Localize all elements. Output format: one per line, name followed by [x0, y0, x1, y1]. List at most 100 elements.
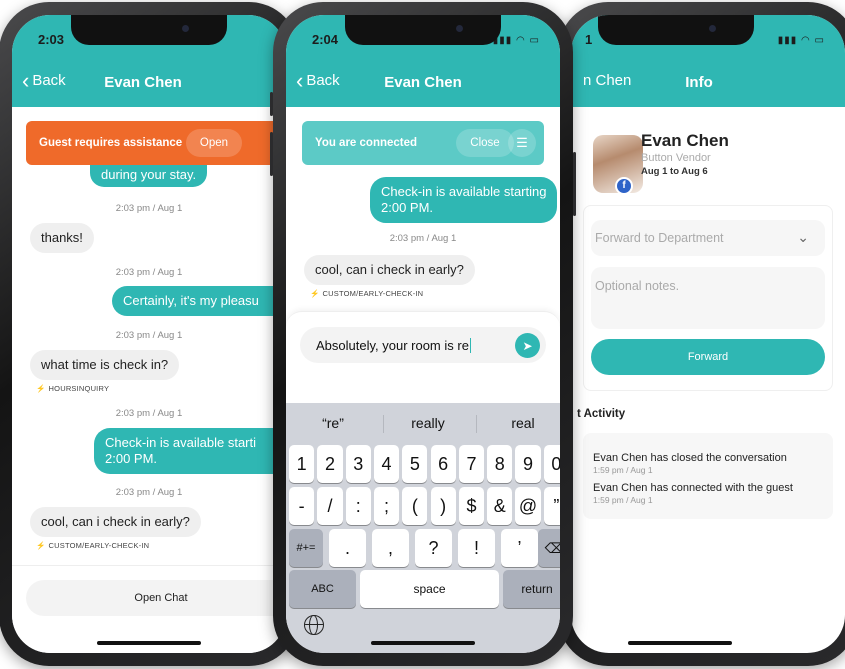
banner-text: You are connected: [315, 137, 418, 149]
key-return[interactable]: return: [503, 570, 560, 608]
key-punctuation-4[interactable]: ’: [501, 529, 538, 567]
intent-tag: ⚡ HOURSINQUIRY: [36, 384, 109, 393]
bolt-icon: ⚡: [310, 289, 320, 298]
key-punctuation-3[interactable]: !: [458, 529, 495, 567]
key-number-0[interactable]: 1: [289, 445, 315, 483]
key-abc[interactable]: ABC: [289, 570, 356, 608]
activity-title: t Activity: [577, 408, 626, 420]
open-chat-button[interactable]: Open Chat: [26, 580, 286, 616]
notes-placeholder: Optional notes.: [595, 279, 680, 293]
home-indicator: [371, 641, 475, 645]
suggestion[interactable]: really: [383, 415, 473, 431]
activity-item: Evan Chen has closed the conversation 1:…: [593, 452, 787, 475]
key-punctuation-1[interactable]: ,: [372, 529, 409, 567]
guest-subtitle: Button Vendor: [641, 152, 711, 164]
backspace-icon: ⌫: [544, 539, 560, 556]
intent-tag: ⚡ CUSTOM/EARLY-CHECK-IN: [310, 289, 423, 298]
timestamp: 2:03 pm / Aug 1: [115, 408, 183, 419]
message-line: Check-in is available starti: [105, 435, 257, 450]
guest-dates: Aug 1 to Aug 6: [641, 166, 708, 177]
close-button[interactable]: Close: [456, 129, 514, 157]
key-number-4[interactable]: 5: [402, 445, 428, 483]
status-icons: ▮▮▮ ◠ ▭: [492, 35, 540, 46]
key-symbol-4[interactable]: (: [402, 487, 428, 525]
key-symbol-3[interactable]: ;: [373, 487, 400, 525]
key-symbol-6[interactable]: $: [458, 487, 485, 525]
keyboard: “re” really real 1234567890 - /:;() $ & @” #…: [286, 403, 560, 653]
intent-tag: ⚡ CUSTOM/EARLY-CHECK-IN: [36, 541, 149, 550]
key-number-6[interactable]: 7: [458, 445, 485, 483]
activity-text: Evan Chen has closed the conversation: [593, 452, 787, 464]
phone-info: 1 ▮▮▮ ◠ ▭ n Chen Info f Evan Chen Button…: [555, 2, 845, 666]
bolt-icon: ⚡: [36, 541, 46, 550]
avatar: f: [593, 135, 643, 195]
list-icon[interactable]: ☰: [508, 129, 536, 157]
key-symbol-0[interactable]: -: [289, 487, 315, 525]
message-line: Check-in is available starting: [381, 184, 547, 199]
key-symbol-7[interactable]: &: [487, 487, 513, 525]
activity-list: [583, 433, 833, 519]
key-number-2[interactable]: 3: [345, 445, 371, 483]
status-time: 1: [585, 32, 593, 47]
notch: [71, 15, 227, 45]
message-bubble-out: Check-in is available starti 2:00 PM.: [94, 428, 286, 474]
header-title: Evan Chen: [384, 74, 462, 91]
activity-item: Evan Chen has connected with the guest 1…: [593, 482, 793, 505]
key-number-8[interactable]: 9: [515, 445, 541, 483]
home-indicator: [97, 641, 201, 645]
compose-input[interactable]: Absolutely, your room is re: [300, 327, 546, 363]
key-number-1[interactable]: 2: [317, 445, 343, 483]
key-space[interactable]: space: [360, 570, 499, 608]
key-symbol-8[interactable]: @: [515, 487, 541, 525]
message-bubble-in: what time is check in?: [30, 350, 180, 380]
phone-connected: 2:04 ▮▮▮ ◠ ▭ ‹ Back Evan Chen You are con…: [270, 2, 576, 666]
key-number-7[interactable]: 8: [487, 445, 513, 483]
key-symbol-2[interactable]: :: [345, 487, 371, 525]
timestamp: 2:03 pm / Aug 1: [115, 330, 183, 341]
key-symbol-1[interactable]: /: [317, 487, 343, 525]
activity-text: Evan Chen has connected with the guest: [593, 482, 793, 494]
key-symbol-5[interactable]: ): [430, 487, 456, 525]
key-number-3[interactable]: 4: [373, 445, 400, 483]
message-line: 2:00 PM.: [381, 200, 434, 215]
notch: [598, 15, 754, 45]
forward-button[interactable]: Forward: [591, 339, 825, 375]
notes-field[interactable]: Optional notes.: [591, 267, 825, 329]
key-punctuation-2[interactable]: ?: [415, 529, 452, 567]
notch: [345, 15, 501, 45]
guest-name: Evan Chen: [641, 131, 729, 150]
intent-label: CUSTOM/EARLY-CHECK-IN: [322, 289, 424, 298]
assistance-banner: Guest requires assistance Open: [26, 121, 286, 165]
suggestion-divider: [476, 415, 477, 433]
key-delete[interactable]: ⌫: [538, 529, 560, 567]
info-screen: 1 ▮▮▮ ◠ ▭ n Chen Info f Evan Chen Button…: [571, 15, 845, 653]
key-number-5[interactable]: 6: [430, 445, 456, 483]
message-bubble-in: cool, can i check in early?: [304, 255, 475, 285]
key-punctuation-0[interactable]: .: [329, 529, 366, 567]
home-indicator: [628, 641, 732, 645]
key-number-9[interactable]: 0: [543, 445, 560, 483]
status-icons: ▮▮▮ ◠ ▭: [777, 35, 825, 46]
status-time: 2:03: [38, 32, 65, 47]
bolt-icon: ⚡: [36, 384, 46, 393]
activity-time: 1:59 pm / Aug 1: [593, 465, 653, 475]
facebook-icon: f: [615, 177, 633, 195]
header-title: Evan Chen: [104, 74, 182, 91]
send-button[interactable]: ➤: [515, 333, 540, 358]
status-time: 2:04: [312, 32, 339, 47]
key-more-symbols[interactable]: #+=: [289, 529, 323, 567]
send-icon: ➤: [522, 338, 533, 353]
message-line: 2:00 PM.: [105, 451, 158, 466]
suggestion[interactable]: real: [478, 415, 560, 431]
timestamp: 2:03 pm / Aug 1: [389, 233, 457, 244]
department-select[interactable]: Forward to Department ⌄: [591, 220, 825, 256]
timestamp: 2:03 pm / Aug 1: [115, 267, 183, 278]
timestamp: 2:03 pm / Aug 1: [115, 203, 183, 214]
compose-text: Absolutely, your room is re: [316, 337, 469, 353]
banner-text: Guest requires assistance: [39, 137, 183, 149]
globe-icon[interactable]: [304, 615, 324, 635]
suggestion[interactable]: “re”: [288, 415, 378, 431]
key-symbol-9[interactable]: ”: [543, 487, 560, 525]
open-button[interactable]: Open: [186, 129, 242, 157]
intent-label: HOURSINQUIRY: [48, 384, 110, 393]
